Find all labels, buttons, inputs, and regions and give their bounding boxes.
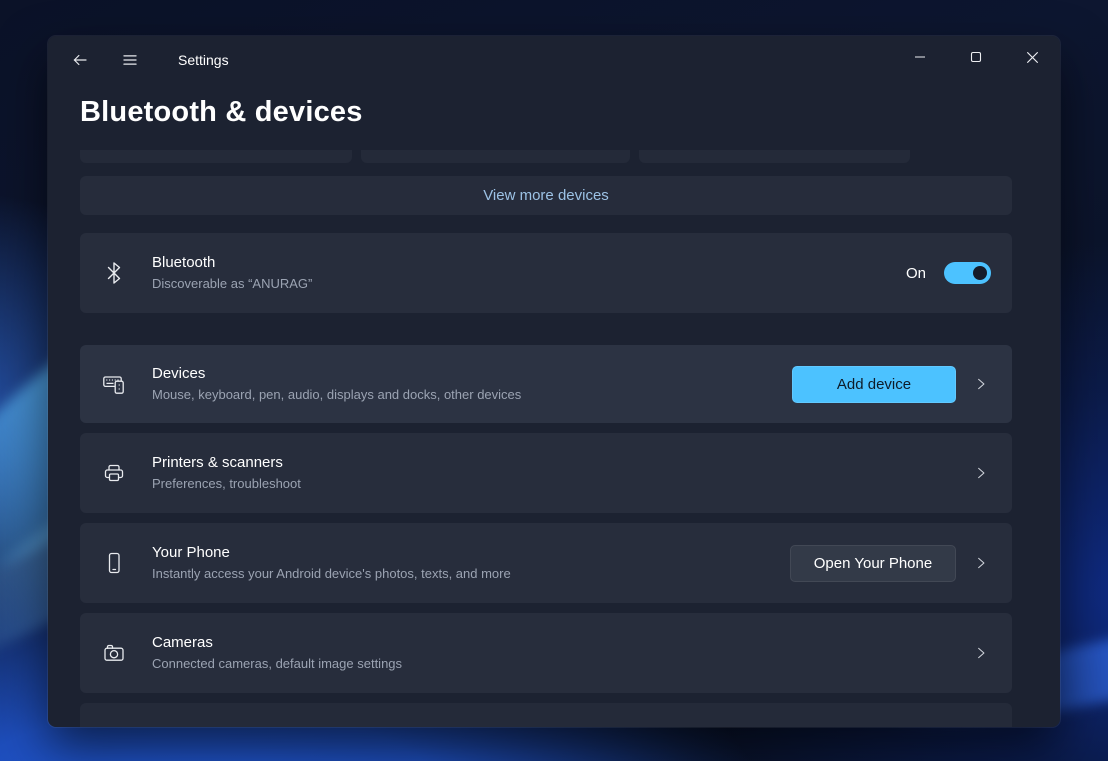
back-arrow-icon bbox=[71, 51, 89, 69]
window-controls bbox=[892, 36, 1060, 78]
settings-row-devices[interactable]: Devices Mouse, keyboard, pen, audio, dis… bbox=[80, 345, 1012, 423]
toggle-state-label: On bbox=[906, 265, 926, 282]
navigation-menu-button[interactable] bbox=[112, 43, 148, 77]
row-subtitle: Instantly access your Android device's p… bbox=[152, 565, 790, 583]
row-text-block: Devices Mouse, keyboard, pen, audio, dis… bbox=[152, 364, 792, 404]
minimize-button[interactable] bbox=[892, 36, 948, 78]
close-button[interactable] bbox=[1004, 36, 1060, 78]
settings-row-bluetooth: Bluetooth Discoverable as “ANURAG” On bbox=[80, 233, 1012, 313]
row-subtitle: Preferences, troubleshoot bbox=[152, 475, 956, 493]
open-your-phone-button[interactable]: Open Your Phone bbox=[790, 545, 956, 582]
row-title: Printers & scanners bbox=[152, 453, 956, 473]
devices-icon bbox=[102, 372, 126, 396]
settings-window: Settings Bluetooth & devices bbox=[48, 36, 1060, 727]
device-card-partial[interactable] bbox=[639, 150, 910, 163]
app-title: Settings bbox=[178, 52, 229, 68]
row-text-block: Bluetooth Discoverable as “ANURAG” bbox=[152, 253, 906, 293]
printer-icon bbox=[102, 461, 126, 485]
settings-row-printers-scanners[interactable]: Printers & scanners Preferences, trouble… bbox=[80, 433, 1012, 513]
settings-row-your-phone[interactable]: Your Phone Instantly access your Android… bbox=[80, 523, 1012, 603]
chevron-right-icon bbox=[974, 377, 988, 391]
row-title: Bluetooth bbox=[152, 253, 906, 273]
row-title: Devices bbox=[152, 364, 792, 384]
hamburger-menu-icon bbox=[121, 51, 139, 69]
chevron-right-icon bbox=[974, 646, 988, 660]
row-title: Cameras bbox=[152, 633, 956, 653]
row-text-block: Cameras Connected cameras, default image… bbox=[152, 633, 956, 673]
bluetooth-toggle-group: On bbox=[906, 262, 991, 284]
bluetooth-icon bbox=[102, 261, 126, 285]
phone-icon bbox=[102, 551, 126, 575]
chevron-right-icon bbox=[974, 556, 988, 570]
toggle-knob bbox=[973, 266, 987, 280]
view-more-devices-button[interactable]: View more devices bbox=[80, 176, 1012, 215]
maximize-icon bbox=[970, 51, 982, 63]
row-subtitle: Mouse, keyboard, pen, audio, displays an… bbox=[152, 386, 792, 404]
back-button[interactable] bbox=[62, 43, 98, 77]
add-device-button[interactable]: Add device bbox=[792, 366, 956, 403]
device-card-partial[interactable] bbox=[80, 150, 352, 163]
row-text-block: Printers & scanners Preferences, trouble… bbox=[152, 453, 956, 493]
camera-icon bbox=[102, 641, 126, 665]
chevron-right-icon bbox=[974, 466, 988, 480]
titlebar: Settings bbox=[48, 36, 1060, 84]
settings-row-partial[interactable] bbox=[80, 703, 1012, 727]
bluetooth-toggle[interactable] bbox=[944, 262, 991, 284]
row-title: Your Phone bbox=[152, 543, 790, 563]
page-title: Bluetooth & devices bbox=[80, 96, 363, 129]
row-subtitle: Connected cameras, default image setting… bbox=[152, 655, 956, 673]
device-card-partial[interactable] bbox=[361, 150, 630, 163]
row-subtitle: Discoverable as “ANURAG” bbox=[152, 275, 906, 293]
device-cards-strip bbox=[80, 150, 1012, 163]
minimize-icon bbox=[914, 51, 926, 63]
view-more-devices-label: View more devices bbox=[483, 187, 609, 204]
row-text-block: Your Phone Instantly access your Android… bbox=[152, 543, 790, 583]
maximize-button[interactable] bbox=[948, 36, 1004, 78]
settings-row-cameras[interactable]: Cameras Connected cameras, default image… bbox=[80, 613, 1012, 693]
close-icon bbox=[1026, 51, 1039, 64]
